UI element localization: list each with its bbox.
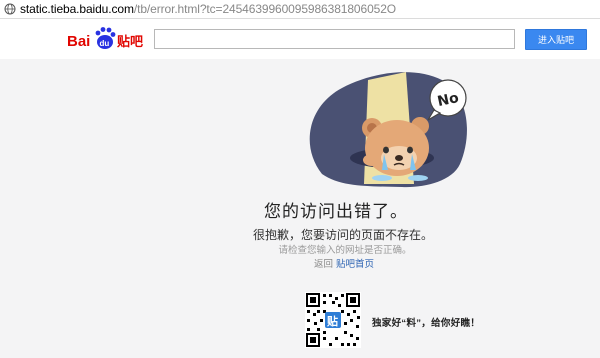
qr-code: 贴 <box>305 292 361 348</box>
logo-bai-text: Bai <box>67 33 90 50</box>
logo-du-text: du <box>100 39 110 48</box>
url-path: /tb/error.html?tc=2454639960095986381806… <box>133 2 397 16</box>
tieba-home-link[interactable]: 贴吧首页 <box>336 259 374 270</box>
search-input[interactable] <box>154 29 515 49</box>
qr-badge-text: 贴 <box>326 314 338 328</box>
error-subtitle: 很抱歉，您要访问的页面不存在。 <box>252 228 433 242</box>
baidu-tieba-logo[interactable]: Bai du 贴吧 <box>67 26 149 52</box>
url-host: static.tieba.baidu.com <box>20 2 134 16</box>
address-bar[interactable]: static.tieba.baidu.com/tb/error.html?tc=… <box>0 0 600 19</box>
error-hint: 请检查您输入的网址是否正确。 <box>278 245 412 256</box>
error-bear-illustration: No <box>309 72 467 188</box>
enter-tieba-button[interactable]: 进入贴吧 <box>525 29 587 50</box>
back-line: 返回 贴吧首页 <box>0 256 600 270</box>
paw-icon: du <box>95 27 116 49</box>
error-title: 您的访问出错了。 <box>264 202 408 221</box>
logo-tieba-text: 贴吧 <box>117 34 143 50</box>
promo-text: 独家好“料”，给你好瞧！ <box>372 318 481 329</box>
back-prefix: 返回 <box>313 259 333 270</box>
globe-icon <box>4 3 16 15</box>
site-header: Bai du 贴吧 进入贴吧 <box>0 19 600 59</box>
url-text[interactable]: static.tieba.baidu.com/tb/error.html?tc=… <box>20 2 396 16</box>
